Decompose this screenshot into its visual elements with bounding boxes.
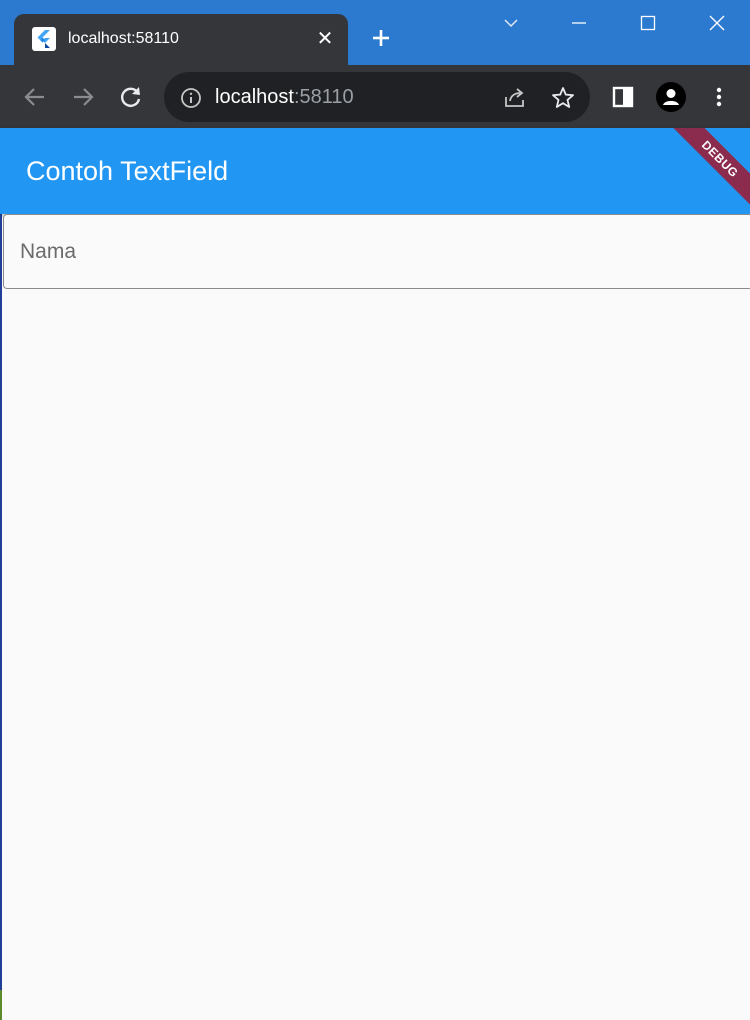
name-input[interactable]: [4, 215, 750, 288]
browser-window: localhost:58110 ✕ localhost:58110 Contoh…: [0, 0, 750, 1020]
browser-toolbar: localhost:58110: [0, 65, 750, 128]
debug-banner: DEBUG: [662, 128, 750, 214]
arrow-left-icon[interactable]: [20, 82, 50, 112]
kebab-menu-icon[interactable]: [704, 82, 734, 112]
maximize-icon[interactable]: [633, 8, 663, 38]
name-field[interactable]: [3, 214, 750, 289]
side-panel-icon[interactable]: [608, 82, 638, 112]
title-bar: localhost:58110 ✕: [0, 0, 750, 65]
url-port: :58110: [293, 86, 354, 108]
share-icon[interactable]: [502, 85, 528, 111]
page-title: Contoh TextField: [26, 156, 229, 186]
app-bar: Contoh TextField DEBUG: [0, 128, 750, 214]
chevron-down-icon[interactable]: [496, 8, 526, 38]
profile-icon[interactable]: [656, 82, 686, 112]
star-icon[interactable]: [550, 85, 576, 111]
address-bar[interactable]: localhost:58110: [164, 72, 590, 122]
info-icon[interactable]: [180, 87, 202, 109]
plus-icon[interactable]: [368, 24, 394, 52]
minimize-icon[interactable]: [564, 8, 594, 38]
flutter-icon: [32, 27, 56, 51]
tab-title: localhost:58110: [68, 30, 179, 47]
window-edge: [0, 128, 2, 1020]
reload-icon[interactable]: [116, 82, 146, 112]
arrow-right-icon[interactable]: [68, 82, 98, 112]
url-text: localhost:58110: [215, 86, 354, 109]
close-icon[interactable]: ✕: [314, 26, 336, 52]
url-host: localhost: [215, 86, 294, 108]
window-edge: [0, 990, 2, 1020]
browser-tab[interactable]: localhost:58110 ✕: [14, 14, 348, 65]
close-icon[interactable]: [702, 8, 732, 38]
